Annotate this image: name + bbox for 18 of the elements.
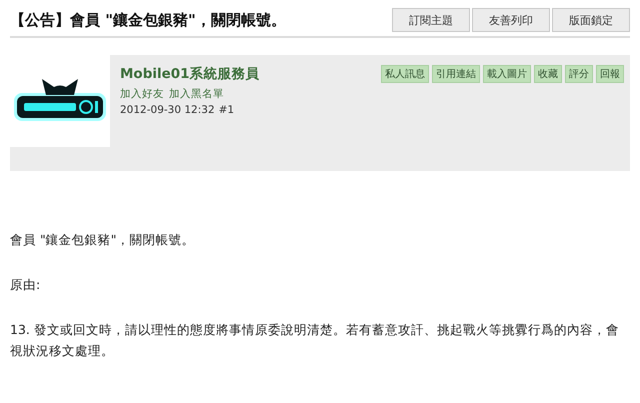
toolbar-button[interactable]: 訂閱主題 <box>392 8 470 32</box>
author-link[interactable]: 加入好友 <box>120 87 164 101</box>
post-action-button[interactable]: 私人訊息 <box>381 65 429 83</box>
author-name: Mobile01系統服務員 <box>120 65 260 83</box>
thread-title: 【公告】會員 "鑲金包銀豬"，關閉帳號。 <box>10 10 286 30</box>
post-action-button[interactable]: 回報 <box>596 65 624 83</box>
post-action-button[interactable]: 收藏 <box>534 65 562 83</box>
toolbar-button[interactable]: 版面鎖定 <box>552 8 630 32</box>
post-action-button[interactable]: 評分 <box>565 65 593 83</box>
post-action-button[interactable]: 引用連結 <box>432 65 480 83</box>
post-paragraph: 會員 "鑲金包銀豬"，關閉帳號。 <box>10 231 196 249</box>
post-date: 2012-09-30 12:32 <box>120 104 215 116</box>
author-link[interactable]: 加入黑名單 <box>169 87 224 101</box>
toolbar-button[interactable]: 友善列印 <box>472 8 550 32</box>
post-paragraph: 13. 發文或回文時，請以理性的態度將事情原委說明清楚。若有蓄意攻訐、挑起戰火等挑釁行爲的內容，會視狀況移文處理。 <box>10 321 620 360</box>
post-number: #1 <box>218 104 234 116</box>
post-paragraph: 原由: <box>10 276 42 294</box>
post-action-button[interactable]: 載入圖片 <box>483 65 531 83</box>
